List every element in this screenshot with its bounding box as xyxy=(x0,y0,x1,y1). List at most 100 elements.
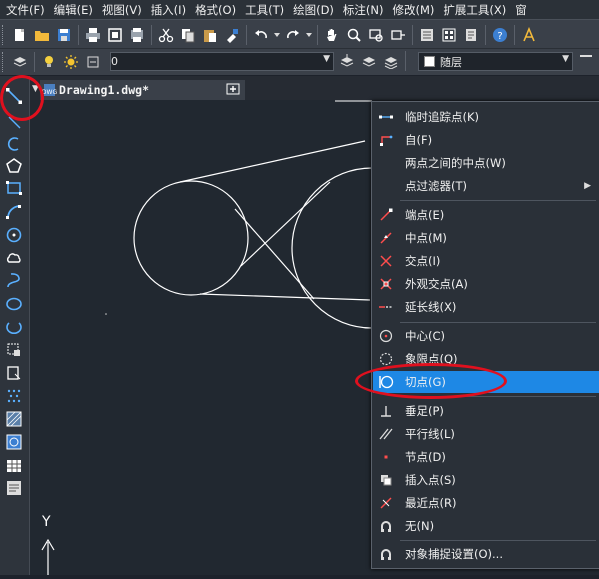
tangent-line-bottom xyxy=(199,293,371,301)
arc-icon[interactable] xyxy=(3,202,25,222)
menu-extended-tools[interactable]: 扩展工具(X) xyxy=(438,2,510,18)
separator xyxy=(34,52,35,72)
save-icon[interactable] xyxy=(54,25,74,45)
cut-icon[interactable] xyxy=(156,25,176,45)
insert-block-icon[interactable] xyxy=(3,340,25,360)
menu-modify[interactable]: 修改(M) xyxy=(388,2,439,18)
make-block-icon[interactable] xyxy=(3,363,25,383)
zoom-previous-icon[interactable] xyxy=(388,25,408,45)
undo-icon[interactable] xyxy=(251,25,271,45)
menu-item-center[interactable]: 中心(C) xyxy=(373,325,599,347)
toolbar-grip[interactable] xyxy=(2,24,6,45)
layer-manager-icon[interactable] xyxy=(10,52,30,72)
hatch-icon[interactable] xyxy=(3,409,25,429)
make-current-layer-icon[interactable] xyxy=(337,51,357,71)
table-icon[interactable] xyxy=(3,456,25,476)
print-icon[interactable] xyxy=(83,25,103,45)
gradient-icon[interactable] xyxy=(3,432,25,452)
menu-item-extension[interactable]: 延长线(X) xyxy=(373,296,599,318)
separator xyxy=(400,322,596,323)
viewport-freeze-icon[interactable] xyxy=(83,52,103,72)
zoom-window-icon[interactable] xyxy=(366,25,386,45)
sun-freeze-icon[interactable] xyxy=(61,52,81,72)
chevron-down-icon[interactable] xyxy=(273,25,281,45)
menu-tools[interactable]: 工具(T) xyxy=(240,2,288,18)
menu-item-osnap-settings[interactable]: 对象捕捉设置(O)... xyxy=(373,543,599,565)
center-icon xyxy=(373,329,399,343)
chevron-down-icon[interactable] xyxy=(305,25,313,45)
separator xyxy=(246,24,247,45)
menu-format[interactable]: 格式(O) xyxy=(190,2,240,18)
menu-item-temporary-track-point[interactable]: 临时追踪点(K) xyxy=(373,106,599,128)
layer-states-icon[interactable] xyxy=(381,51,401,71)
design-center-icon[interactable] xyxy=(439,25,459,45)
layer-previous-icon[interactable] xyxy=(359,51,379,71)
nearest-icon xyxy=(373,496,399,510)
publish-icon[interactable] xyxy=(127,25,147,45)
ucs-icon: Y xyxy=(38,512,58,579)
separator xyxy=(400,540,596,541)
menu-view[interactable]: 视图(V) xyxy=(97,2,146,18)
layer-tools-group xyxy=(336,51,409,71)
menu-item-point-filters[interactable]: 点过滤器(T) ▶ xyxy=(373,175,599,197)
tab-drawing1[interactable]: DWG Drawing1.dwg* ✕ xyxy=(40,80,245,100)
tab-drawing1-label: Drawing1.dwg* xyxy=(59,83,150,97)
point-icon[interactable] xyxy=(3,386,25,406)
menu-item-midpoint[interactable]: 中点(M) xyxy=(373,227,599,249)
new-tab-button[interactable] xyxy=(222,80,244,98)
standard-toolbar: ? xyxy=(0,19,599,49)
new-file-icon[interactable] xyxy=(10,25,30,45)
menu-item-from[interactable]: 自(F) xyxy=(373,129,599,151)
paste-icon[interactable] xyxy=(200,25,220,45)
spline-icon[interactable] xyxy=(3,271,25,291)
menu-file[interactable]: 文件(F) xyxy=(0,2,49,18)
multiline-text-icon[interactable] xyxy=(3,478,25,498)
menu-item-endpoint[interactable]: 端点(E) xyxy=(373,204,599,226)
menu-item-mid-between-points[interactable]: 两点之间的中点(W) xyxy=(373,152,599,174)
menu-item-insert[interactable]: 插入点(S) xyxy=(373,469,599,491)
properties-icon[interactable] xyxy=(417,25,437,45)
menu-dimension[interactable]: 标注(N) xyxy=(338,2,388,18)
chevron-down-icon[interactable]: ▼ xyxy=(562,54,569,64)
menu-edit[interactable]: 编辑(E) xyxy=(49,2,97,18)
chevron-down-icon[interactable]: ▼ xyxy=(323,54,330,64)
intersection-icon xyxy=(373,254,399,268)
match-properties-icon[interactable] xyxy=(222,25,242,45)
zoom-realtime-icon[interactable] xyxy=(344,25,364,45)
layer-dropdown-value: 0 xyxy=(111,55,118,68)
menu-item-nearest[interactable]: 最近点(R) xyxy=(373,492,599,514)
menu-window[interactable]: 窗 xyxy=(510,2,531,18)
polygon-icon[interactable] xyxy=(3,156,25,176)
menu-item-apparent-intersection[interactable]: 外观交点(A) xyxy=(373,273,599,295)
layer-dropdown[interactable]: 0 ▼ xyxy=(110,52,334,71)
midpoint-icon xyxy=(373,231,399,245)
color-dropdown[interactable]: 随层 ▼ xyxy=(418,52,573,71)
circle-icon[interactable] xyxy=(3,225,25,245)
revision-cloud-icon[interactable] xyxy=(3,248,25,268)
menu-item-none[interactable]: 无(N) xyxy=(373,515,599,537)
toolbar-grip[interactable] xyxy=(2,52,6,72)
polyline-icon[interactable] xyxy=(3,134,25,154)
elliptical-arc-icon[interactable] xyxy=(3,317,25,337)
ellipse-icon[interactable] xyxy=(3,294,25,314)
new-tab-icon xyxy=(226,83,240,95)
menu-item-intersection[interactable]: 交点(I) xyxy=(373,250,599,272)
menu-item-node[interactable]: 节点(D) xyxy=(373,446,599,468)
menu-item-perpendicular[interactable]: 垂足(P) xyxy=(373,400,599,422)
node-icon xyxy=(373,450,399,464)
menu-item-parallel[interactable]: 平行线(L) xyxy=(373,423,599,445)
pan-hand-icon[interactable] xyxy=(322,25,342,45)
quadrant-icon xyxy=(373,352,399,366)
lightbulb-icon[interactable] xyxy=(39,52,59,72)
help-icon[interactable]: ? xyxy=(490,25,510,45)
text-style-icon[interactable] xyxy=(519,25,539,45)
redo-icon[interactable] xyxy=(283,25,303,45)
plot-preview-icon[interactable] xyxy=(105,25,125,45)
menu-insert[interactable]: 插入(I) xyxy=(146,2,190,18)
menu-draw[interactable]: 绘图(D) xyxy=(288,2,338,18)
open-folder-icon[interactable] xyxy=(32,25,52,45)
tool-palettes-icon[interactable] xyxy=(461,25,481,45)
separator xyxy=(485,24,486,45)
copy-icon[interactable] xyxy=(178,25,198,45)
rectangle-icon[interactable] xyxy=(3,178,25,198)
